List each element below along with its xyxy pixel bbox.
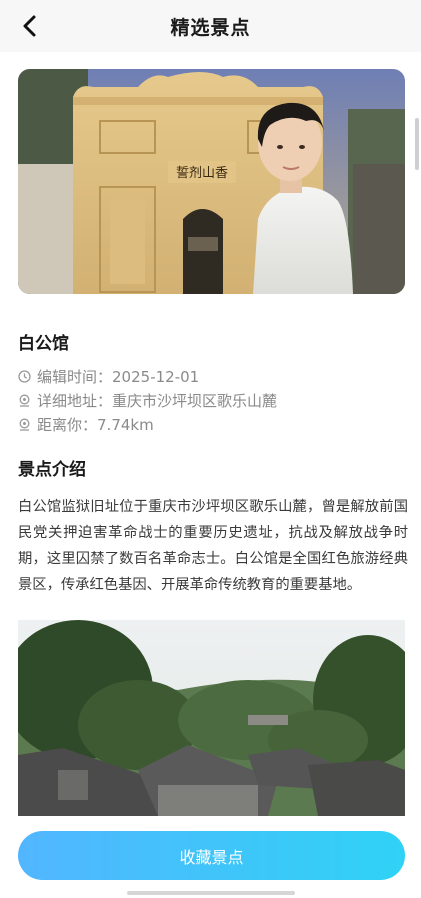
distance-label: 距离你： xyxy=(37,416,98,434)
scrollbar-thumb[interactable] xyxy=(415,118,419,170)
scenic-photo xyxy=(18,620,405,816)
location-icon xyxy=(18,394,31,407)
gate-sign-text: 誓剂山香 xyxy=(176,166,228,181)
edit-time-row: 编辑时间： 2025-12-01 xyxy=(18,366,199,387)
address-value: 重庆市沙坪坝区歌乐山麓 xyxy=(112,392,278,410)
distance-value: 7.74km xyxy=(97,415,154,434)
intro-text: 白公馆监狱旧址位于重庆市沙坪坝区歌乐山麓，曾是解放前国民党关押迫害革命战士的重要… xyxy=(18,499,408,593)
collect-spot-button[interactable]: 收藏景点 xyxy=(18,831,405,880)
back-button[interactable] xyxy=(14,10,46,42)
location-icon xyxy=(18,418,31,431)
top-nav-bar: 精选景点 xyxy=(0,0,421,52)
address-row: 详细地址： 重庆市沙坪坝区歌乐山麓 xyxy=(18,390,277,411)
home-indicator[interactable] xyxy=(127,891,295,895)
spot-name: 白公馆 xyxy=(18,334,69,354)
distance-row: 距离你： 7.74km xyxy=(18,414,154,435)
page-title: 精选景点 xyxy=(170,16,251,39)
intro-title: 景点介绍 xyxy=(18,460,86,480)
hero-image: 誓剂山香 xyxy=(18,69,405,294)
edit-time-value: 2025-12-01 xyxy=(112,367,200,386)
edit-time-label: 编辑时间： xyxy=(37,368,113,386)
address-label: 详细地址： xyxy=(37,392,113,410)
clock-icon xyxy=(18,370,31,383)
chevron-left-icon xyxy=(23,15,36,37)
page: 精选景点 誓剂山香 白公馆 编辑时间： 2025-12-01 详细地址： 重庆市… xyxy=(0,0,421,898)
